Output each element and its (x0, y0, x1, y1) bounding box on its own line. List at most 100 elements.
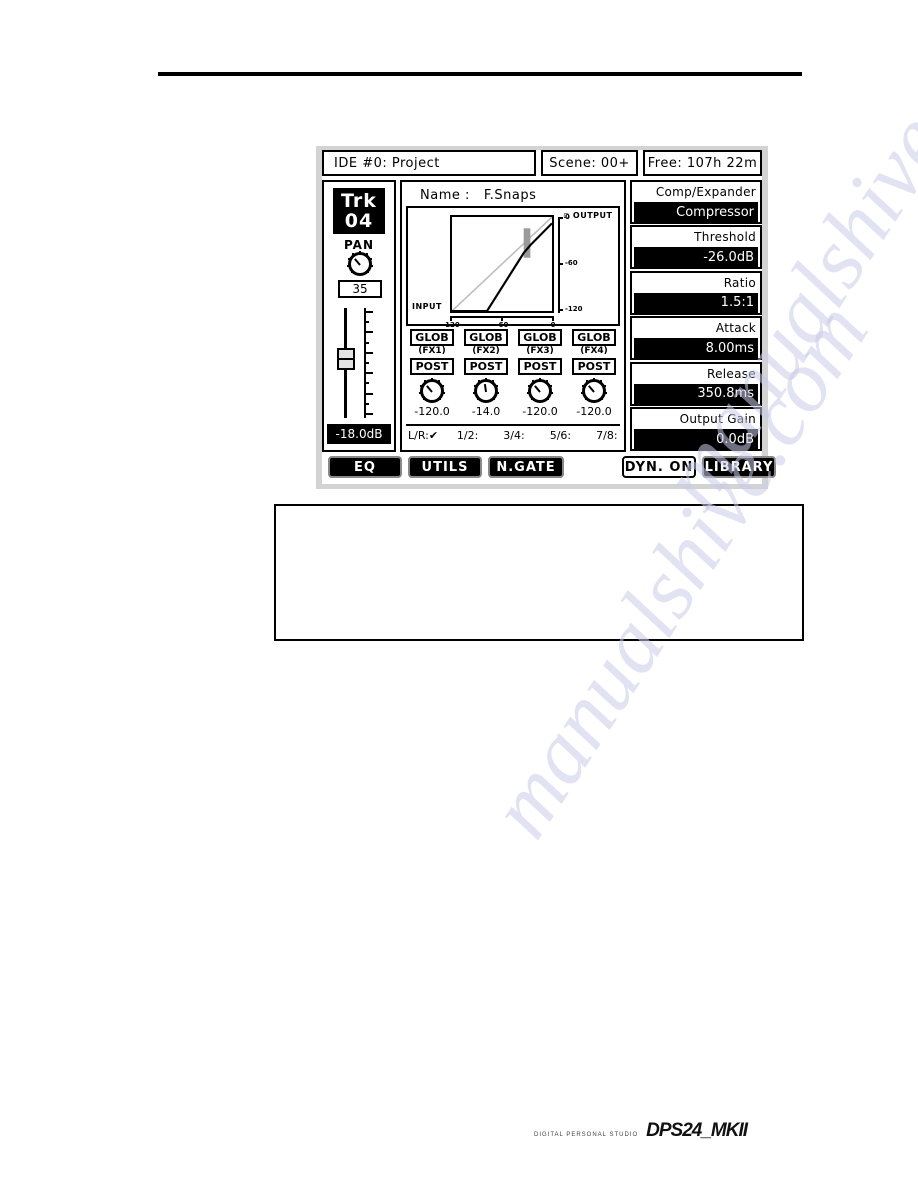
param-release[interactable]: Release 350.8ms (630, 361, 762, 406)
fx-source-button[interactable]: GLOB (464, 329, 508, 346)
param-value[interactable]: 0.0dB (634, 429, 758, 449)
output-axis-tick-label: -60 (565, 259, 578, 267)
fader-scale-tick (364, 402, 369, 405)
routing-bus-3[interactable]: 5/6: (537, 429, 571, 442)
project-field[interactable]: IDE #0: Project (322, 150, 536, 176)
param-value[interactable]: -26.0dB (634, 247, 758, 268)
routing-label: 1/2: (456, 428, 479, 442)
dynamics-parameters: Comp/Expander Compressor Threshold -26.0dB R… (630, 180, 762, 452)
param-value[interactable]: 350.8ms (634, 383, 758, 404)
preset-name-value[interactable]: F.Snaps (484, 188, 537, 203)
track-badge-line1: Trk (341, 190, 377, 212)
param-attack[interactable]: Attack 8.00ms (630, 316, 762, 361)
routing-row: L/R: ✔ 1/2: 3/4: 5/6: 7/8: (406, 424, 620, 444)
param-label: Release (707, 366, 756, 381)
transfer-curve-svg (452, 217, 552, 311)
param-value[interactable]: Compressor (634, 202, 758, 222)
fx-level-knob[interactable] (473, 378, 499, 403)
page-header-rule (158, 72, 802, 76)
routing-lr[interactable]: L/R: ✔ (408, 429, 442, 442)
footer-tagline: DIGITAL PERSONAL STUDIO (534, 1132, 639, 1138)
param-value[interactable]: 1.5:1 (634, 292, 758, 313)
routing-checkmark (537, 429, 550, 442)
fx-source-button[interactable]: GLOB (410, 329, 454, 346)
track-badge-line2: 04 (344, 210, 374, 232)
input-axis-tick-label: 0 (550, 321, 556, 329)
channel-level-value[interactable]: -18.0dB (327, 424, 391, 444)
param-output-gain[interactable]: Output Gain 0.0dB (630, 407, 762, 451)
fx-position-button[interactable]: POST (410, 358, 454, 375)
fader-scale-tick (364, 341, 369, 344)
fx-send-cell: GLOB (FX3) POST -120.0 (514, 329, 566, 423)
routing-checkmark (490, 429, 503, 442)
param-ratio[interactable]: Ratio 1.5:1 (630, 270, 762, 315)
fx-position-button[interactable]: POST (572, 358, 616, 375)
channel-fader[interactable] (336, 308, 384, 418)
soft-button-library[interactable]: LIBRARY (702, 456, 776, 478)
routing-checkmark (444, 429, 457, 442)
fx-level-knob[interactable] (527, 378, 553, 403)
track-badge[interactable]: Trk 04 (333, 188, 385, 234)
routing-label: 5/6: (549, 428, 572, 442)
transfer-curve-plot (450, 215, 554, 313)
fader-scale-tick (364, 321, 369, 324)
param-threshold[interactable]: Threshold -26.0dB (630, 225, 762, 270)
param-label: Output Gain (679, 412, 756, 426)
soft-button-dyn-on[interactable]: DYN. ON (622, 456, 696, 478)
input-axis-label: INPUT (412, 302, 442, 311)
preset-name-row[interactable]: Name : F.Snaps (406, 185, 620, 205)
routing-bus-4[interactable]: 7/8: (583, 429, 617, 442)
fx-level-value[interactable]: -120.0 (514, 405, 566, 418)
output-axis-spine (558, 217, 560, 313)
scene-field[interactable]: Scene: 00+ (541, 150, 638, 176)
routing-checkmark (583, 429, 596, 442)
channel-strip: Trk 04 PAN 35 -18.0dB (322, 180, 396, 452)
param-label: Ratio (723, 275, 756, 290)
status-bar: IDE #0: Project Scene: 00+ Free: 107h 22… (322, 150, 762, 176)
output-axis-tick (558, 309, 563, 311)
fader-scale-tick (364, 311, 373, 313)
fx-level-knob[interactable] (419, 378, 445, 403)
fx-level-value[interactable]: -120.0 (406, 405, 458, 418)
fx-position-button[interactable]: POST (464, 358, 508, 375)
routing-label: 3/4: (503, 428, 525, 442)
fader-scale-tick (364, 331, 373, 334)
fx-source-button[interactable]: GLOB (518, 329, 562, 346)
fx-bus-label: (FX4) (580, 346, 608, 356)
routing-label: L/R: (408, 428, 429, 442)
param-value[interactable]: 8.00ms (634, 338, 758, 359)
input-axis: -120 -60 0 (442, 316, 556, 329)
fx-level-knob[interactable] (581, 378, 607, 403)
fader-scale-tick (364, 392, 373, 395)
pan-value[interactable]: 35 (338, 280, 382, 298)
preset-name-label: Name : (420, 187, 470, 203)
unity-reference-line (452, 217, 552, 311)
routing-label: 7/8: (596, 428, 618, 442)
free-space-field: Free: 107h 22m (643, 150, 762, 176)
fx-level-value[interactable]: -120.0 (568, 405, 620, 418)
fx-position-button[interactable]: POST (518, 358, 562, 375)
fx-send-strip: GLOB (FX1) POST -120.0 GLOB (FX2) POST -14.0 GLO… (406, 329, 620, 423)
pan-knob[interactable] (347, 251, 373, 276)
fx-level-value[interactable]: -14.0 (460, 405, 512, 418)
output-axis-tick-label: 0 (565, 213, 570, 221)
fader-scale-tick (364, 382, 369, 385)
param-label: Attack (715, 321, 756, 336)
soft-button-n-gate[interactable]: N.GATE (488, 456, 564, 478)
fader-thumb[interactable] (337, 347, 355, 370)
routing-bus-2[interactable]: 3/4: (490, 429, 524, 442)
fader-scale-tick (364, 351, 373, 354)
fx-source-button[interactable]: GLOB (572, 329, 616, 346)
param-label: Threshold (694, 230, 756, 245)
output-axis-tick (558, 263, 563, 265)
fader-scale-tick (364, 413, 373, 415)
soft-button-utils[interactable]: UTILS (408, 456, 482, 478)
fader-scale-tick (364, 362, 369, 364)
routing-bus-1[interactable]: 1/2: (444, 429, 478, 442)
routing-checkmark: ✔ (428, 428, 439, 442)
param-comp-expander[interactable]: Comp/Expander Compressor (630, 180, 762, 224)
soft-button-eq[interactable]: EQ (328, 456, 402, 478)
fader-scale-tick (364, 372, 373, 375)
param-label: Comp/Expander (655, 185, 756, 199)
footer-logo: DIGITAL PERSONAL STUDIO DPS24_MKII (534, 1118, 748, 1142)
